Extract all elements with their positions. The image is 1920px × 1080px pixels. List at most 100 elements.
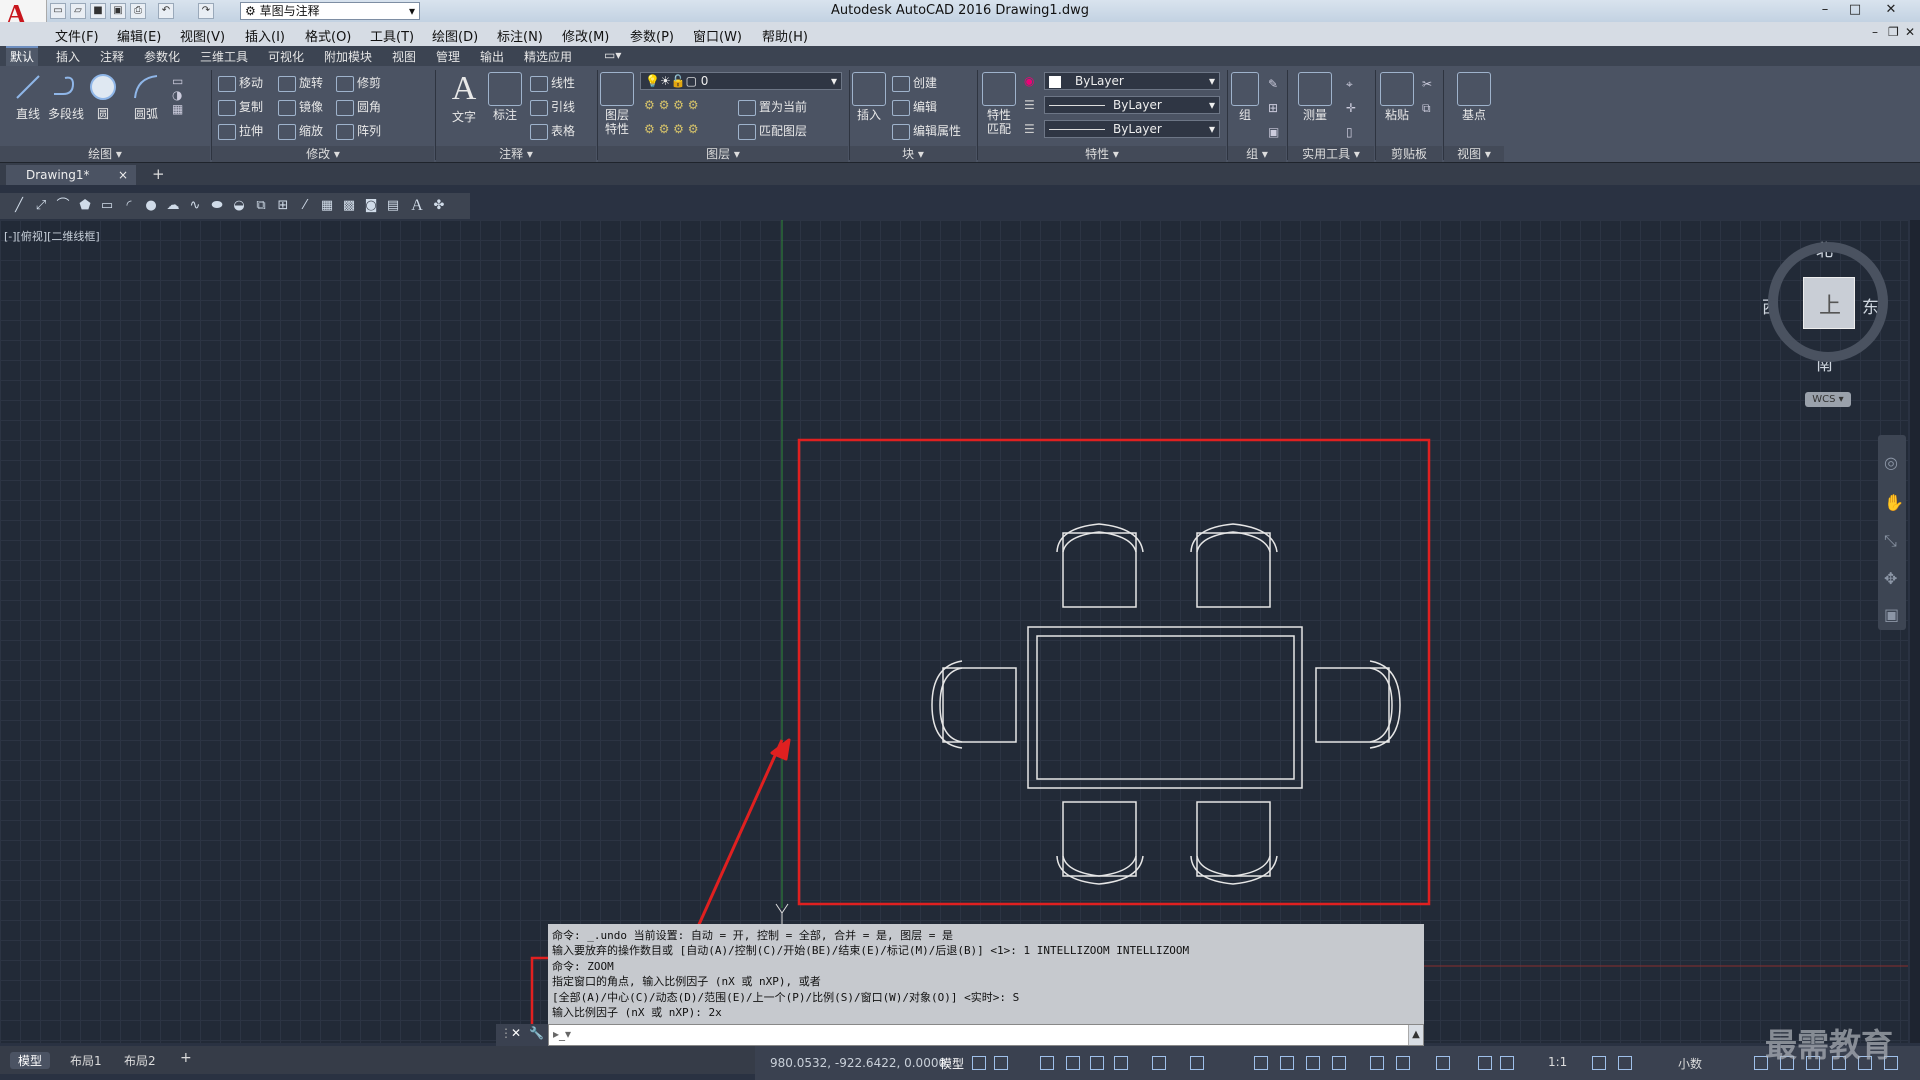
add-layout-button[interactable]: + <box>172 1050 200 1066</box>
table-tool-icon[interactable]: ▤ <box>384 198 402 214</box>
minimize-button[interactable]: – <box>1812 1 1838 19</box>
tab-addins[interactable]: 附加模块 <box>320 48 376 65</box>
layer-tools-row1[interactable]: ⚙ ⚙ ⚙ ⚙ <box>644 98 698 112</box>
point-icon[interactable]: ⁄ <box>296 198 314 214</box>
gradient-icon[interactable]: ▩ <box>340 198 358 214</box>
line-button[interactable]: 直线 <box>8 72 48 122</box>
polyline-button[interactable]: 多段线 <box>44 72 88 122</box>
infer-constraints-icon[interactable] <box>1040 1056 1054 1070</box>
3d-osnap-icon[interactable] <box>1332 1056 1346 1070</box>
edit-attributes-button[interactable]: 编辑属性 <box>892 122 961 140</box>
base-point-button[interactable]: 基点 <box>1456 72 1492 123</box>
groups-panel-title[interactable]: 组 ▾ <box>1228 146 1286 162</box>
zoom-extents-icon[interactable]: ⤡ <box>1884 531 1897 551</box>
selection-cycling-icon[interactable] <box>1306 1056 1320 1070</box>
add-selected-icon[interactable]: ✤ <box>430 198 448 214</box>
draw-extra-tools[interactable]: ▭ ◑ ▦ <box>172 74 192 138</box>
draw-panel-title[interactable]: 绘图 ▾ <box>0 146 210 162</box>
close-button[interactable]: ✕ <box>1878 1 1904 19</box>
menu-edit[interactable]: 编辑(E) <box>117 26 161 45</box>
fillet-button[interactable]: 圆角 <box>336 98 381 116</box>
new-tab-button[interactable]: + <box>152 165 165 183</box>
auto-scale-icon[interactable] <box>1500 1056 1514 1070</box>
stretch-button[interactable]: 拉伸 <box>218 122 263 140</box>
tab-annotate[interactable]: 注释 <box>96 48 128 65</box>
construction-line-icon[interactable]: ⤢ <box>32 198 50 214</box>
paste-button[interactable]: 粘贴 <box>1380 72 1414 123</box>
revcloud-icon[interactable]: ☁ <box>164 198 182 214</box>
maximize-button[interactable]: □ <box>1842 1 1868 19</box>
view-panel-title[interactable]: 视图 ▾ <box>1444 146 1504 162</box>
trim-button[interactable]: 修剪 <box>336 74 381 92</box>
match-layer-button[interactable]: 匹配图层 <box>738 122 807 140</box>
mirror-button[interactable]: 镜像 <box>278 98 323 116</box>
tab-3d-tools[interactable]: 三维工具 <box>196 48 252 65</box>
tab-layout1[interactable]: 布局1 <box>62 1052 110 1069</box>
modify-panel-title[interactable]: 修改 ▾ <box>212 146 434 162</box>
linear-button[interactable]: 线性 <box>530 74 575 92</box>
layer-dropdown[interactable]: 💡☀🔓▢ 0 ▾ <box>640 72 842 90</box>
tab-layout2[interactable]: 布局2 <box>116 1052 164 1069</box>
chair-right[interactable] <box>1315 660 1401 749</box>
chair-top-left[interactable] <box>1056 523 1144 608</box>
scale-button[interactable]: 缩放 <box>278 122 323 140</box>
command-line-grip[interactable]: ⋮ ✕ 🔧 <box>496 1024 548 1046</box>
clipboard-panel-title[interactable]: 剪贴板 <box>1376 146 1442 162</box>
drawing-tab[interactable]: Drawing1* × <box>6 165 136 185</box>
ribbon-toggle-icon[interactable]: ▭▾ <box>600 48 625 62</box>
workspace-switch-icon[interactable] <box>1592 1056 1606 1070</box>
menu-modify[interactable]: 修改(M) <box>562 26 609 45</box>
menu-view[interactable]: 视图(V) <box>180 26 225 45</box>
line-tool-icon[interactable]: ╱ <box>10 198 28 214</box>
command-history-toggle[interactable]: ▲ <box>1408 1025 1423 1045</box>
tab-parametric[interactable]: 参数化 <box>140 48 184 65</box>
properties-panel-title[interactable]: 特性 ▾ <box>978 146 1226 162</box>
rotate-button[interactable]: 旋转 <box>278 74 323 92</box>
polygon-icon[interactable]: ⬟ <box>76 198 94 214</box>
object-snap-tracking-icon[interactable] <box>1190 1056 1204 1070</box>
orbit-icon[interactable]: ✥ <box>1884 569 1897 588</box>
ortho-icon[interactable] <box>1090 1056 1104 1070</box>
customize-command-icon[interactable]: 🔧 <box>529 1026 544 1040</box>
chair-top-right[interactable] <box>1190 523 1278 608</box>
circle-button[interactable]: 圆 <box>88 72 118 122</box>
units-dropdown[interactable]: 小数 <box>1678 1055 1702 1072</box>
viewcube[interactable]: 上 <box>1803 277 1855 329</box>
tab-home[interactable]: 默认 <box>6 46 39 68</box>
selection-filter-icon[interactable] <box>1396 1056 1410 1070</box>
tab-model[interactable]: 模型 <box>10 1052 51 1069</box>
menu-window[interactable]: 窗口(W) <box>693 26 742 45</box>
doc-minimize-button[interactable]: – <box>1872 25 1878 39</box>
close-tab-icon[interactable]: × <box>118 165 128 185</box>
tab-featured-apps[interactable]: 精选应用 <box>520 48 576 65</box>
grid-icon[interactable] <box>972 1056 986 1070</box>
insert-block-button[interactable]: 插入 <box>852 72 886 123</box>
group-tools[interactable]: ✎ ⊞ ▣ <box>1268 72 1279 144</box>
model-space-button[interactable]: 模型 <box>940 1055 964 1072</box>
tab-visualize[interactable]: 可视化 <box>264 48 308 65</box>
group-button[interactable]: 组 <box>1230 72 1260 123</box>
layer-properties-button[interactable]: 图层 特性 <box>600 72 634 136</box>
menu-parametric[interactable]: 参数(P) <box>630 26 674 45</box>
circle-tool-icon[interactable]: ● <box>142 198 160 214</box>
menu-help[interactable]: 帮助(H) <box>762 26 808 45</box>
tab-output[interactable]: 输出 <box>476 48 508 65</box>
vertical-scrollbar[interactable] <box>1910 220 1920 1043</box>
color-dropdown[interactable]: ByLayer ▾ <box>1044 72 1220 90</box>
showmotion-icon[interactable]: ▣ <box>1884 605 1899 624</box>
spline-icon[interactable]: ∿ <box>186 198 204 214</box>
move-button[interactable]: 移动 <box>218 74 263 92</box>
print-icon[interactable]: ⎙ <box>130 3 146 19</box>
isodraft-icon[interactable] <box>1152 1056 1166 1070</box>
rectangle-icon[interactable]: ▭ <box>98 198 116 214</box>
utility-tools[interactable]: ⌖ ✛ ▯ <box>1346 72 1356 144</box>
menu-insert[interactable]: 插入(I) <box>245 26 285 45</box>
open-file-icon[interactable]: ▱ <box>70 3 86 19</box>
snap-icon[interactable] <box>994 1056 1008 1070</box>
linetype-dropdown[interactable]: ByLayer ▾ <box>1044 96 1220 114</box>
make-current-button[interactable]: 置为当前 <box>738 98 807 116</box>
arc-tool-icon[interactable]: ◜ <box>120 198 138 214</box>
save-icon[interactable]: ■ <box>90 3 106 19</box>
wcs-menu[interactable]: WCS ▾ <box>1805 392 1851 407</box>
coordinates-readout[interactable]: 980.0532, -922.6422, 0.0000 <box>770 1056 946 1070</box>
